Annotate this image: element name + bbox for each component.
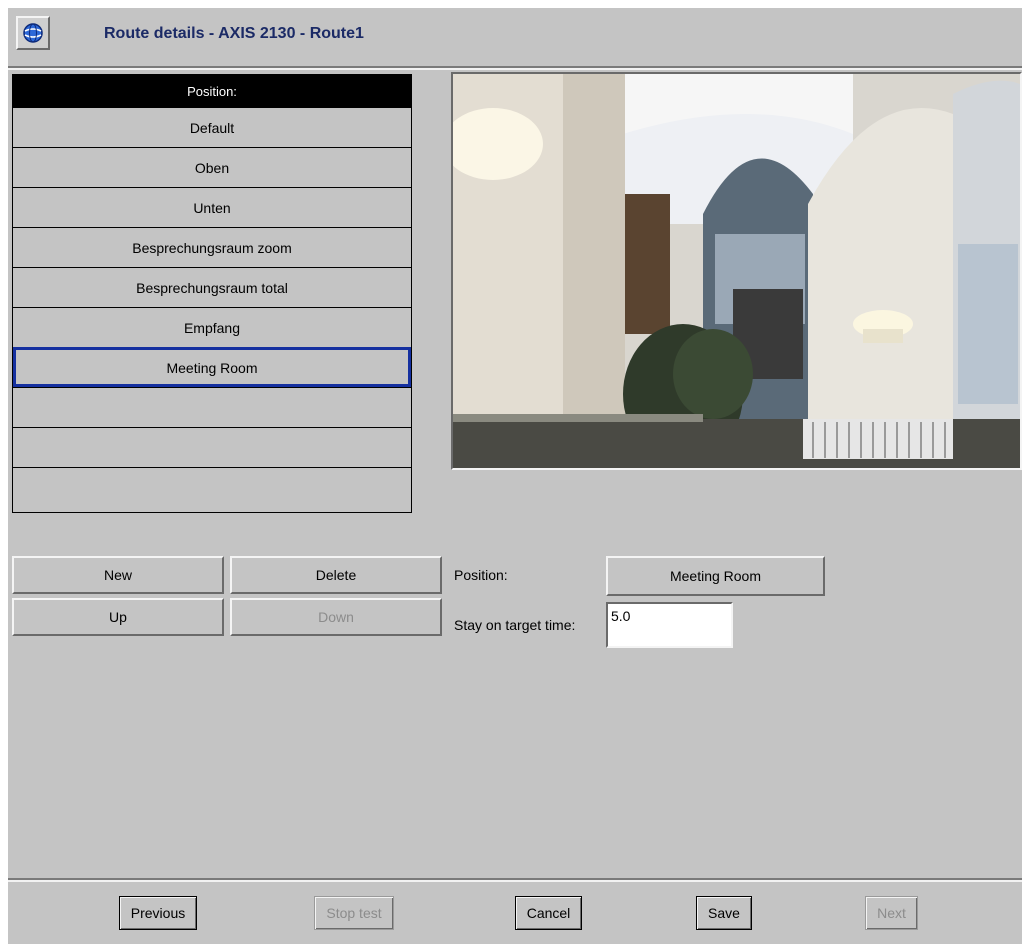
position-item-default[interactable]: Default [13, 107, 411, 147]
previous-button[interactable]: Previous [119, 896, 197, 930]
globe-icon [23, 23, 43, 43]
position-label: Position: [454, 567, 508, 583]
position-item-besprechungsraum-zoom[interactable]: Besprechungsraum zoom [13, 227, 411, 267]
position-item-oben[interactable]: Oben [13, 147, 411, 187]
stay-on-target-label: Stay on target time: [454, 617, 576, 633]
page-title: Route details - AXIS 2130 - Route1 [104, 25, 364, 42]
position-list: Position: Default Oben Unten Besprechung… [12, 74, 412, 513]
position-item-empty[interactable] [13, 427, 411, 467]
down-button[interactable]: Down [230, 598, 442, 636]
position-item-empty[interactable] [13, 467, 411, 507]
new-button[interactable]: New [12, 556, 224, 594]
globe-icon-button[interactable] [16, 16, 50, 50]
position-list-header: Position: [13, 75, 411, 107]
save-button[interactable]: Save [696, 896, 752, 930]
position-item-empfang[interactable]: Empfang [13, 307, 411, 347]
position-item-empty[interactable] [13, 387, 411, 427]
up-button[interactable]: Up [12, 598, 224, 636]
next-button[interactable]: Next [865, 896, 918, 930]
stop-test-button[interactable]: Stop test [314, 896, 394, 930]
cancel-button[interactable]: Cancel [515, 896, 582, 930]
camera-image [453, 74, 1020, 468]
camera-view [451, 72, 1022, 470]
route-details-window: Route details - AXIS 2130 - Route1 Posit… [8, 8, 1022, 944]
position-item-besprechungsraum-total[interactable]: Besprechungsraum total [13, 267, 411, 307]
position-item-meeting-room[interactable]: Meeting Room [13, 347, 411, 387]
stay-on-target-input[interactable]: 5.0 [606, 602, 733, 648]
position-select-button[interactable]: Meeting Room [606, 556, 825, 596]
position-item-unten[interactable]: Unten [13, 187, 411, 227]
delete-button[interactable]: Delete [230, 556, 442, 594]
